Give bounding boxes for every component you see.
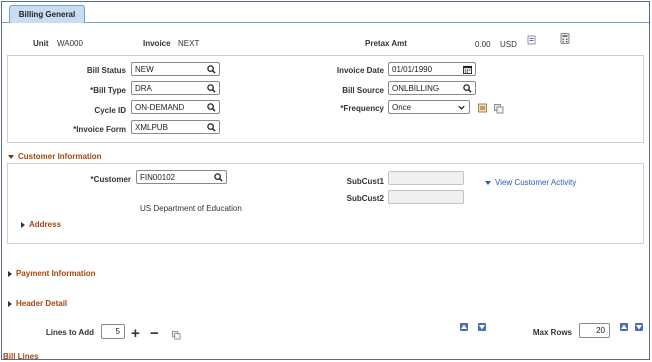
bill-status-value: NEW bbox=[135, 65, 154, 74]
subcust2-field[interactable] bbox=[388, 190, 464, 204]
copy-lines-icon[interactable] bbox=[172, 331, 184, 343]
calendar-icon[interactable] bbox=[463, 65, 472, 74]
expand-arrow-icon bbox=[485, 180, 491, 185]
customer-field[interactable]: FIN00102 bbox=[136, 170, 227, 184]
payment-information-title: Payment Information bbox=[16, 269, 96, 278]
unit-value: WA000 bbox=[57, 39, 83, 48]
currency-value: USD bbox=[500, 40, 517, 49]
frequency-select[interactable]: Once bbox=[388, 100, 470, 114]
collapse-icon bbox=[8, 154, 14, 159]
tab-billing-general[interactable]: Billing General bbox=[9, 5, 85, 23]
pretax-amt-label: Pretax Amt bbox=[365, 39, 407, 48]
max-rows-down-icon[interactable] bbox=[635, 323, 643, 331]
customer-value: FIN00102 bbox=[140, 173, 176, 182]
bill-status-field[interactable]: NEW bbox=[131, 62, 220, 76]
address-title: Address bbox=[29, 220, 62, 229]
search-icon[interactable] bbox=[207, 65, 216, 74]
bill-type-value: DRA bbox=[135, 84, 152, 93]
pretax-amt-value: 0.00 bbox=[475, 40, 491, 49]
cycle-id-value: ON-DEMAND bbox=[135, 103, 185, 112]
scroll-top-icon[interactable] bbox=[460, 323, 468, 331]
frequency-label: *Frequency bbox=[340, 104, 384, 113]
invoice-date-field[interactable]: 01/01/1990 bbox=[388, 62, 476, 76]
view-customer-activity-link[interactable]: View Customer Activity bbox=[485, 178, 576, 187]
bill-status-label: Bill Status bbox=[86, 66, 126, 75]
cycle-id-field[interactable]: ON-DEMAND bbox=[131, 100, 220, 114]
cycle-id-label: Cycle ID bbox=[94, 106, 126, 115]
invoice-value: NEXT bbox=[178, 39, 200, 48]
calculator-icon[interactable] bbox=[560, 33, 572, 45]
invoice-form-field[interactable]: XMLPUB bbox=[131, 120, 220, 134]
max-rows-field[interactable]: 20 bbox=[579, 323, 610, 338]
bill-source-field[interactable]: ONLBILLING bbox=[388, 81, 476, 95]
bill-lines-header[interactable]: Bill Lines bbox=[3, 352, 39, 361]
tab-bar: Billing General bbox=[2, 2, 649, 23]
max-rows-value: 20 bbox=[596, 326, 605, 335]
copy-icon[interactable] bbox=[494, 104, 506, 116]
chevron-down-icon bbox=[458, 105, 465, 110]
unit-label: Unit bbox=[33, 39, 49, 48]
invoice-form-value: XMLPUB bbox=[135, 123, 168, 132]
frequency-value: Once bbox=[392, 103, 412, 112]
search-icon[interactable] bbox=[207, 84, 216, 93]
expand-icon bbox=[8, 300, 12, 307]
header-detail-title: Header Detail bbox=[16, 299, 68, 308]
bill-source-label: Bill Source bbox=[342, 86, 384, 95]
customer-name: US Department of Education bbox=[140, 204, 242, 213]
subcust1-label: SubCust1 bbox=[346, 177, 384, 186]
add-lines-button[interactable]: + bbox=[131, 325, 140, 342]
customer-label: *Customer bbox=[90, 175, 131, 184]
customer-information-title: Customer Information bbox=[18, 152, 102, 161]
lines-to-add-value: 5 bbox=[115, 327, 120, 336]
search-icon[interactable] bbox=[207, 103, 216, 112]
subcust1-field[interactable] bbox=[388, 171, 464, 185]
max-rows-up-icon[interactable] bbox=[620, 323, 628, 331]
currency-detail-icon[interactable] bbox=[527, 35, 539, 47]
schedule-icon[interactable] bbox=[478, 103, 490, 115]
invoice-label: Invoice bbox=[143, 39, 171, 48]
search-icon[interactable] bbox=[214, 173, 223, 182]
address-header[interactable]: Address bbox=[21, 220, 61, 229]
remove-lines-button[interactable]: − bbox=[150, 325, 159, 342]
max-rows-label: Max Rows bbox=[532, 328, 572, 337]
header-detail-header[interactable]: Header Detail bbox=[8, 299, 67, 308]
expand-icon bbox=[8, 270, 12, 277]
invoice-form-label: *Invoice Form bbox=[73, 125, 126, 134]
subcust2-label: SubCust2 bbox=[346, 194, 384, 203]
lines-to-add-field[interactable]: 5 bbox=[101, 324, 125, 339]
invoice-date-value: 01/01/1990 bbox=[392, 65, 433, 74]
invoice-date-label: Invoice Date bbox=[336, 66, 384, 75]
bill-source-value: ONLBILLING bbox=[392, 84, 440, 93]
search-icon[interactable] bbox=[207, 123, 216, 132]
view-customer-activity-text: View Customer Activity bbox=[495, 178, 577, 187]
search-icon[interactable] bbox=[463, 84, 472, 93]
customer-information-header[interactable]: Customer Information bbox=[8, 152, 102, 161]
lines-to-add-label: Lines to Add bbox=[45, 328, 94, 337]
bill-type-label: *Bill Type bbox=[90, 86, 126, 95]
expand-icon bbox=[21, 221, 25, 228]
payment-information-header[interactable]: Payment Information bbox=[8, 269, 96, 278]
scroll-bottom-icon[interactable] bbox=[478, 323, 486, 331]
bill-type-field[interactable]: DRA bbox=[131, 81, 220, 95]
